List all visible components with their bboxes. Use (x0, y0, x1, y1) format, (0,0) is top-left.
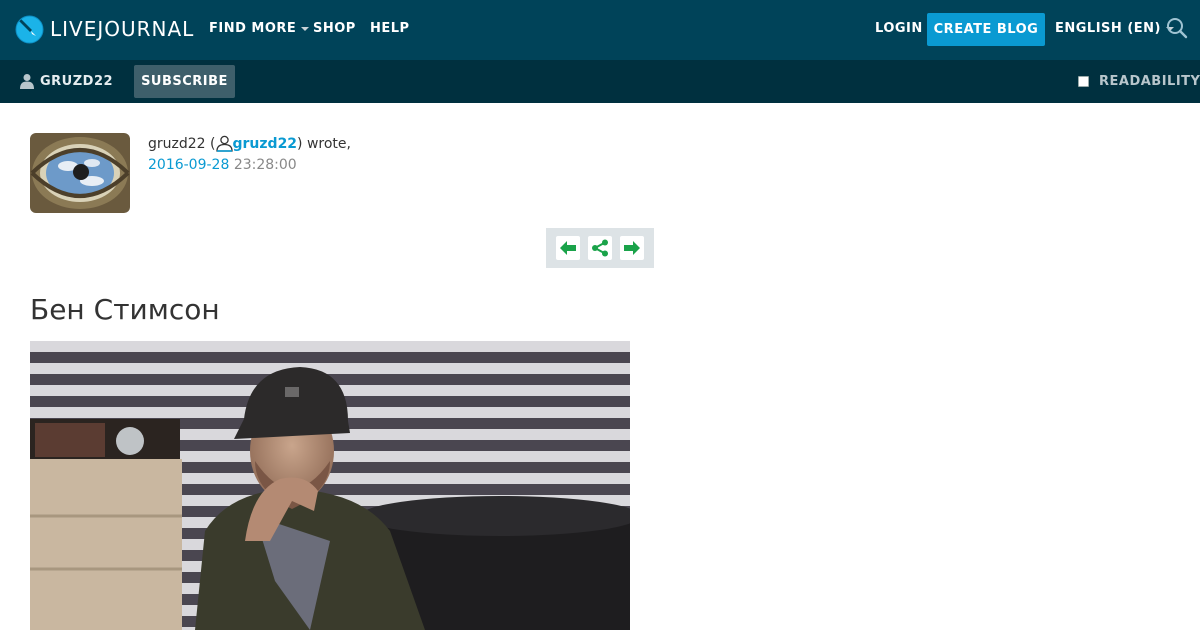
readability-checkbox[interactable] (1078, 76, 1089, 87)
journal-subheader: GRUZD22 SUBSCRIBE READABILITY (0, 60, 1200, 103)
author-username: gruzd22 (232, 135, 298, 152)
avatar[interactable] (30, 133, 130, 213)
previous-entry-button[interactable] (556, 236, 580, 260)
entry-navigation (546, 228, 654, 268)
language-label: ENGLISH (EN) (1055, 21, 1161, 36)
author-name: gruzd22 (148, 135, 206, 152)
share-icon (592, 239, 608, 257)
entry-author-line: gruzd22 ( gruzd22 ) wrote, (148, 135, 351, 152)
search-icon[interactable] (1166, 17, 1188, 39)
readability-toggle[interactable]: READABILITY (1078, 74, 1200, 89)
readability-label: READABILITY (1099, 74, 1200, 89)
nav-help[interactable]: HELP (370, 21, 410, 36)
entry-photo (30, 341, 630, 630)
user-icon (20, 74, 34, 89)
logo-text: LIVEJOURNAL (50, 17, 195, 41)
wrote-text: ) wrote, (297, 135, 351, 152)
journal-username: GRUZD22 (40, 73, 114, 89)
arrow-right-icon (624, 241, 640, 255)
author-ljuser-link[interactable]: gruzd22 (215, 135, 298, 152)
subscribe-button[interactable]: SUBSCRIBE (134, 65, 235, 98)
livejournal-logo[interactable]: LIVEJOURNAL (15, 14, 194, 44)
nav-find-more[interactable]: FIND MORE (209, 21, 310, 36)
entry-title: Бен Стимсон (30, 293, 220, 326)
create-blog-button[interactable]: CREATE BLOG (927, 13, 1045, 46)
nav-find-more-label: FIND MORE (209, 21, 297, 36)
journal-user-link[interactable]: GRUZD22 (20, 73, 113, 89)
paren-open: ( (205, 135, 216, 152)
login-link[interactable]: LOGIN (875, 21, 923, 36)
top-navigation-bar: LIVEJOURNAL FIND MORE SHOP HELP LOGIN CR… (0, 0, 1200, 60)
entry-datetime: 2016-09-28 23:28:00 (148, 157, 297, 173)
language-selector[interactable]: ENGLISH (EN) (1055, 21, 1174, 36)
livejournal-logo-icon (15, 15, 44, 44)
next-entry-button[interactable] (620, 236, 644, 260)
arrow-left-icon (560, 241, 576, 255)
chevron-down-icon (301, 26, 310, 31)
nav-shop[interactable]: SHOP (313, 21, 356, 36)
entry-date-link[interactable]: 2016-09-28 (148, 157, 229, 173)
entry-time: 23:28:00 (229, 157, 297, 173)
user-icon (215, 135, 233, 152)
share-button[interactable] (588, 236, 612, 260)
